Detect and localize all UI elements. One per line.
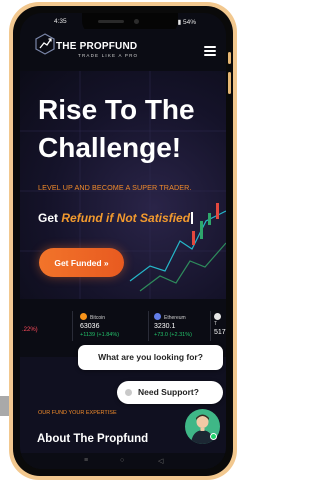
phone-bezel: Rise To The Challenge! LEVEL UP AND BECO… <box>13 6 233 476</box>
hero-title: Rise To The Challenge! <box>38 94 195 163</box>
camera-icon <box>134 19 139 24</box>
brand-name[interactable]: THE PROPFUND <box>56 41 137 52</box>
about-subheading: OUR FUND YOUR EXPERTISE <box>38 410 117 416</box>
get-funded-button[interactable]: Get Funded » <box>39 248 124 277</box>
ticker-price: 63036 <box>80 323 100 330</box>
status-time: 4:35 <box>54 18 67 25</box>
ticker-divider <box>210 311 211 341</box>
brand-tagline: TRADE LIKE A PRO <box>78 53 139 58</box>
hero-refund-line: Get Refund if Not Satisfied <box>38 211 193 225</box>
ticker-name: Ethereum <box>164 315 186 321</box>
recent-apps-icon[interactable]: ≡ <box>84 457 88 464</box>
system-nav-bar: ≡ ○ ◁ <box>20 453 226 469</box>
ticker-item-partial-right[interactable]: T 517 <box>214 313 226 336</box>
ticker-divider <box>72 311 73 341</box>
ticker-price: 3230.1 <box>154 323 176 330</box>
hero-refund-highlight: Refund if Not Satisfied <box>61 211 191 225</box>
coin-icon <box>214 313 221 320</box>
home-icon[interactable]: ○ <box>120 457 124 464</box>
online-status-indicator <box>210 433 217 440</box>
chat-prompt-bubble[interactable]: What are you looking for? <box>78 345 223 370</box>
power-button <box>228 72 231 94</box>
support-dot-icon <box>125 389 132 396</box>
text-cursor <box>191 212 193 224</box>
hamburger-menu-icon[interactable] <box>204 46 216 56</box>
ticker-price: 517 <box>214 329 226 336</box>
ethereum-icon <box>154 313 161 320</box>
ticker-name: T <box>214 321 218 327</box>
need-support-label: Need Support? <box>138 387 199 397</box>
ticker-name: Bitcoin <box>90 315 106 321</box>
ticker-change: +1139 (+1.84%) <box>80 332 120 338</box>
ticker-item-ethereum[interactable]: Ethereum 3230.1 +73.0 (+2.31%) <box>154 313 192 338</box>
site-header: THE PROPFUND TRADE LIKE A PRO <box>20 29 226 71</box>
bitcoin-icon <box>80 313 87 320</box>
back-icon[interactable]: ◁ <box>158 457 163 465</box>
propfund-logo-icon[interactable] <box>34 33 56 55</box>
screenshot-stage: Rise To The Challenge! LEVEL UP AND BECO… <box>0 0 241 483</box>
hero-get-prefix: Get <box>38 211 59 225</box>
ticker-divider <box>148 311 149 341</box>
ticker-item-partial[interactable]: .22%) <box>22 327 38 333</box>
hero-subtitle: LEVEL UP AND BECOME A SUPER TRADER. <box>38 183 192 192</box>
about-title: About The Propfund <box>37 433 149 445</box>
volume-button <box>228 52 231 64</box>
ticker-change: .22%) <box>22 327 38 333</box>
need-support-button[interactable]: Need Support? <box>117 381 223 404</box>
ticker-change: +73.0 (+2.31%) <box>154 332 192 338</box>
ticker-item-bitcoin[interactable]: Bitcoin 63036 +1139 (+1.84%) <box>80 313 119 338</box>
hero-section: Rise To The Challenge! LEVEL UP AND BECO… <box>20 71 226 299</box>
speaker-icon <box>98 20 124 23</box>
